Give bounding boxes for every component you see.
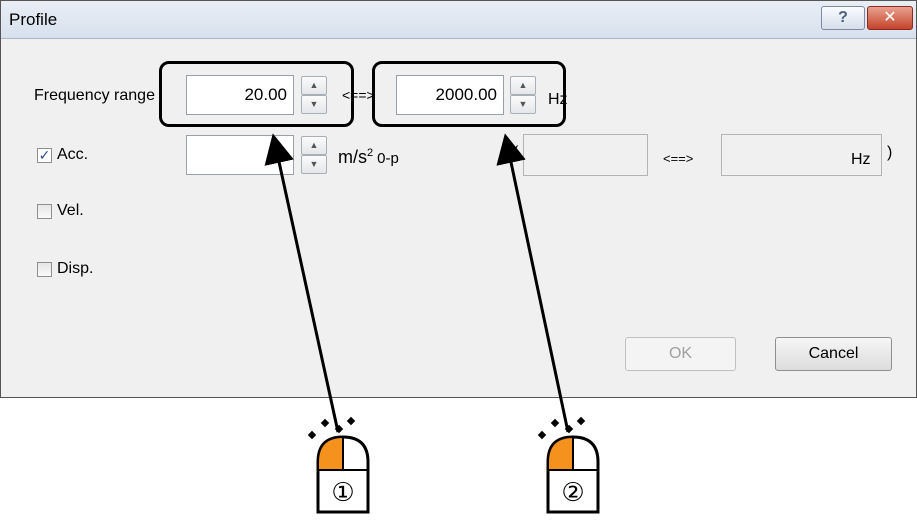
annotation-arrows <box>264 133 600 514</box>
mouse-1-label: ① <box>331 477 355 507</box>
arrow-icon <box>264 133 340 433</box>
mouse-2-label: ② <box>561 477 585 507</box>
arrow-icon <box>496 133 570 433</box>
